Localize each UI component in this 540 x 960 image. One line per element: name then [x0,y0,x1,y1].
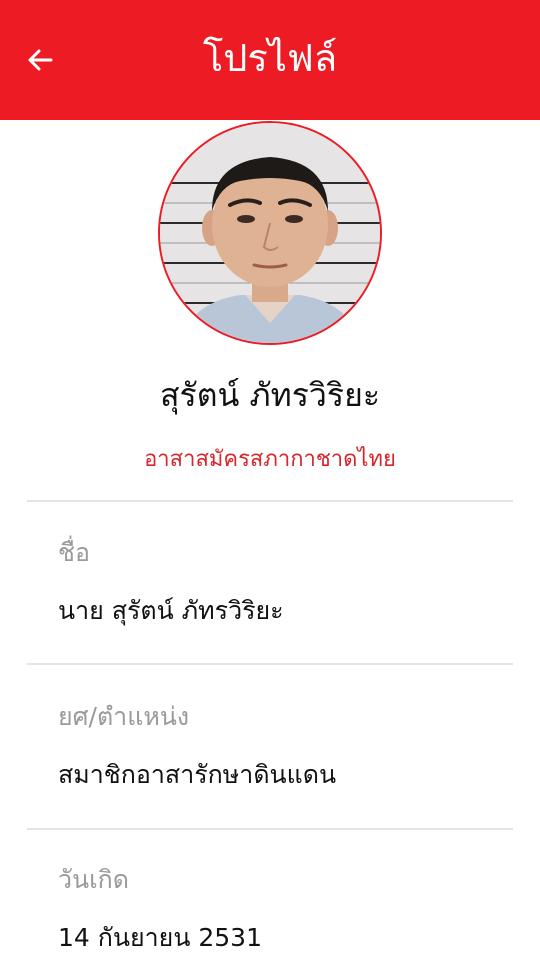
profile-organization: อาสาสมัครสภากาชาดไทย [144,447,396,472]
field-value-birthdate: 14 กันยายน 2531 [58,923,262,952]
profile-name: สุรัตน์ ภัทรวิริยะ [159,376,380,414]
page-title: โปรไฟล์ [202,36,338,80]
field-label-rank: ยศ/ตำแหน่ง [58,702,190,731]
divider [27,663,513,665]
divider [27,828,513,830]
app-header: โปรไฟล์ [0,0,540,120]
field-label-birthdate: วันเกิด [58,865,130,894]
field-label-name: ชื่อ [58,538,90,567]
avatar [158,121,382,345]
divider [27,500,513,502]
field-value-rank: สมาชิกอาสารักษาดินแดน [58,760,337,789]
person-photo [160,123,380,343]
field-value-name: นาย สุรัตน์ ภัทรวิริยะ [58,596,284,625]
